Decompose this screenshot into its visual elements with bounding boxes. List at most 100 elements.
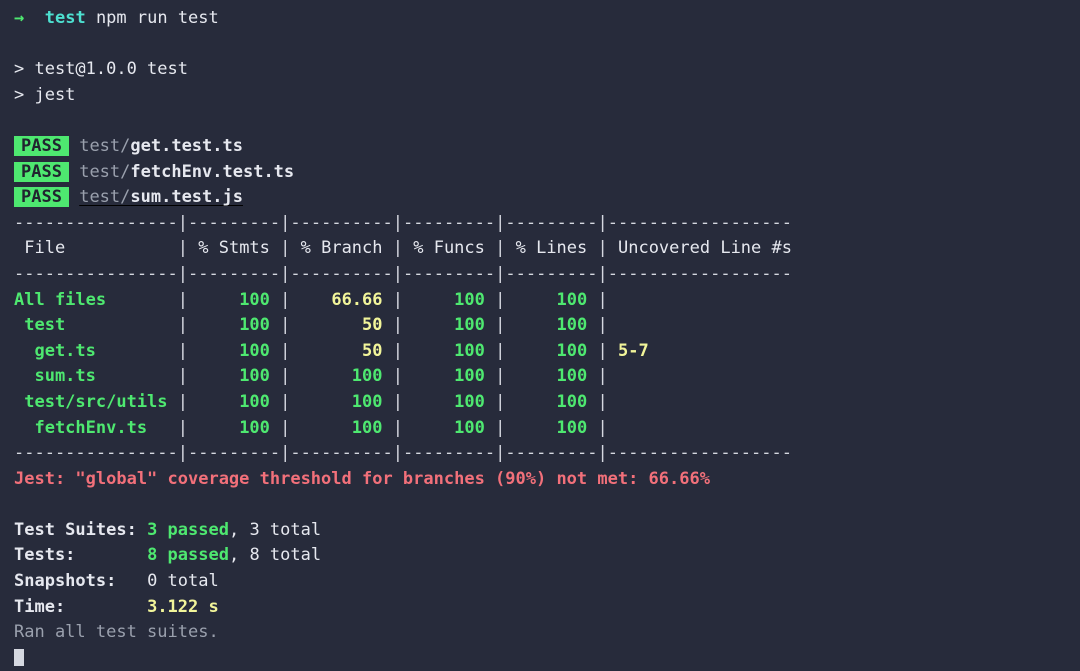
table-row: get.ts | 100 | 50 | 100 | 100 | 5-7 (14, 339, 1080, 365)
table-border-segment: --------- (403, 263, 496, 284)
table-column-separator: | (392, 443, 403, 464)
table-column-separator: | (280, 315, 291, 336)
row-file-name: get.ts (14, 340, 178, 361)
table-header-1: % Stmts (188, 238, 281, 259)
table-column-separator: | (280, 289, 291, 310)
test-suite-row: PASS test/sum.test.js (14, 185, 1080, 211)
summary-tests-label: Tests: (14, 545, 76, 566)
row-branch: 100 (290, 391, 393, 412)
summary-suites-rest: , 3 total (228, 519, 322, 540)
row-funcs: 100 (403, 315, 496, 336)
row-file-name: fetchEnv.ts (14, 417, 178, 438)
suite-path: test/sum.test.js (79, 187, 243, 207)
row-branch: 100 (290, 366, 393, 387)
terminal-cursor (14, 648, 24, 666)
table-column-separator: | (177, 315, 189, 336)
table-column-separator: | (280, 212, 291, 233)
row-file-name: All files (14, 289, 178, 310)
summary-time-value: 3.122 s (147, 596, 219, 617)
table-column-separator: | (495, 417, 506, 438)
row-file-name: sum.ts (14, 366, 178, 387)
pad (65, 597, 147, 617)
table-border: ----------------|---------|----------|--… (14, 441, 1080, 467)
row-stmts: 100 (188, 340, 281, 361)
table-column-separator: | (597, 238, 608, 259)
table-column-separator: | (495, 315, 506, 336)
row-funcs: 100 (403, 289, 496, 310)
pad (75, 545, 147, 565)
row-lines: 100 (505, 340, 598, 361)
row-lines: 100 (505, 391, 598, 412)
table-column-separator: | (495, 289, 506, 310)
table-column-separator: | (597, 340, 608, 361)
table-border-segment: ---------- (290, 443, 393, 464)
table-column-separator: | (280, 417, 291, 438)
suite-status-badge: PASS (14, 187, 69, 208)
table-column-separator: | (392, 263, 403, 284)
summary-tests-rest: , 8 total (228, 545, 322, 566)
suite-status-badge: PASS (14, 135, 69, 156)
prompt-arrow-icon: → (14, 8, 25, 28)
table-border-segment: --------- (403, 212, 496, 233)
table-border-segment: --------- (188, 212, 281, 233)
table-column-separator: | (597, 417, 608, 438)
table-column-separator: | (392, 391, 403, 412)
table-column-separator: | (495, 212, 506, 233)
table-header-2: % Branch (290, 238, 393, 259)
table-border-segment: ------------------ (607, 212, 792, 233)
pad (116, 571, 147, 591)
table-column-separator: | (177, 340, 189, 361)
row-branch: 100 (290, 417, 393, 438)
table-column-separator: | (177, 391, 189, 412)
prompt-cwd: test (44, 8, 86, 28)
summary-test-suites: Test Suites: 3 passed, 3 total (14, 518, 1080, 544)
table-column-separator: | (392, 212, 403, 233)
table-row: test/src/utils | 100 | 100 | 100 | 100 | (14, 390, 1080, 416)
table-border-segment: --------- (188, 443, 281, 464)
table-column-separator: | (495, 391, 506, 412)
summary-time-label: Time: (14, 596, 66, 617)
summary-snapshots-value: 0 total (147, 571, 219, 592)
summary-time: Time: 3.122 s (14, 595, 1080, 621)
row-funcs: 100 (403, 417, 496, 438)
suite-path: test/fetchEnv.test.ts (79, 162, 294, 182)
row-stmts: 100 (188, 391, 281, 412)
table-border-segment: ---------- (290, 263, 393, 284)
ran-all-text: Ran all test suites. (14, 622, 219, 643)
row-file-name: test (14, 315, 178, 336)
table-column-separator: | (177, 443, 189, 464)
prompt-gap (24, 8, 44, 28)
table-column-separator: | (597, 289, 608, 310)
table-column-separator: | (495, 238, 506, 259)
table-border: ----------------|---------|----------|--… (14, 211, 1080, 237)
table-border-segment: ------------------ (607, 263, 792, 284)
table-column-separator: | (280, 366, 291, 387)
row-uncovered (608, 418, 792, 438)
npm-line-0: > test@1.0.0 test (14, 59, 188, 80)
table-row: sum.ts | 100 | 100 | 100 | 100 | (14, 364, 1080, 390)
row-uncovered (608, 315, 792, 335)
summary-tests-passed: 8 passed (147, 545, 229, 566)
row-uncovered (608, 290, 792, 310)
table-column-separator: | (597, 391, 608, 412)
terminal-output: → test npm run test > test@1.0.0 test > … (0, 0, 1080, 666)
prompt-line: → test npm run test (14, 6, 1080, 32)
row-stmts: 100 (188, 366, 281, 387)
table-column-separator: | (597, 315, 608, 336)
table-column-separator: | (597, 263, 608, 284)
row-lines: 100 (505, 366, 598, 387)
table-border-segment: ---------------- (14, 443, 178, 464)
row-lines: 100 (505, 289, 598, 310)
row-stmts: 100 (188, 315, 281, 336)
table-column-separator: | (280, 340, 291, 361)
table-border-segment: ---------------- (14, 212, 178, 233)
summary-tests: Tests: 8 passed, 8 total (14, 543, 1080, 569)
summary-snapshots-label: Snapshots: (14, 571, 117, 592)
row-funcs: 100 (403, 340, 496, 361)
table-row: All files | 100 | 66.66 | 100 | 100 | (14, 288, 1080, 314)
table-column-separator: | (177, 417, 189, 438)
